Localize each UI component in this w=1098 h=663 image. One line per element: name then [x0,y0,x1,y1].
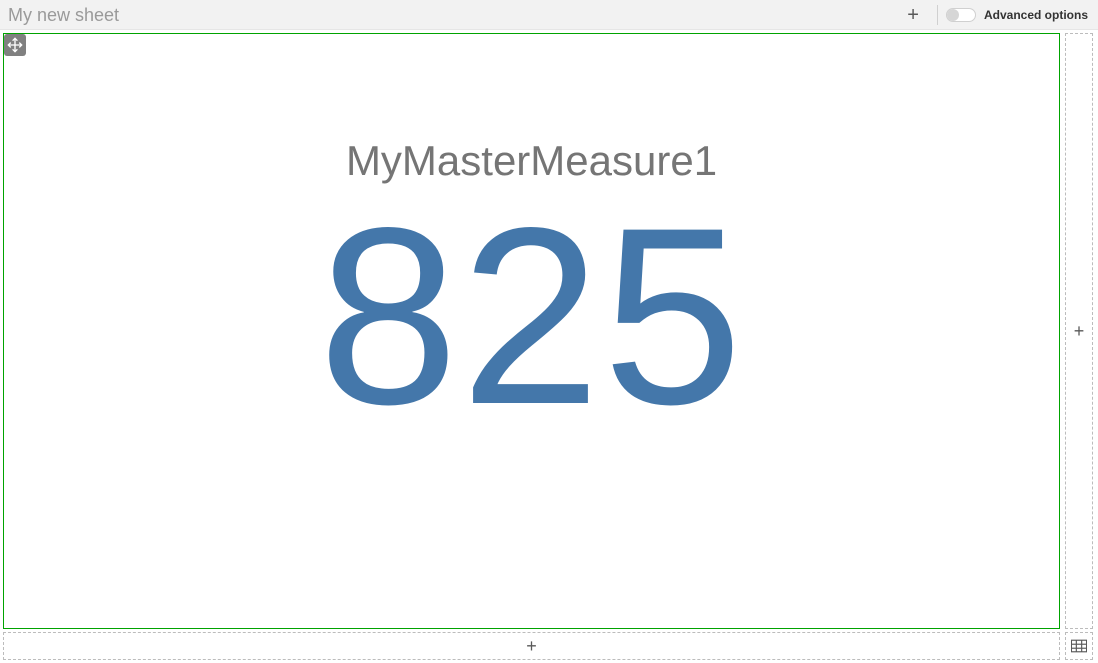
grid-layout-button[interactable] [1065,632,1093,660]
advanced-options-toggle[interactable] [946,8,976,22]
kpi-value: 825 [318,185,744,450]
kpi-visualization[interactable]: MyMasterMeasure1 825 [3,33,1060,629]
add-row-below-button[interactable]: + [3,632,1060,660]
add-column-right-button[interactable]: + [1065,33,1093,629]
move-handle[interactable] [4,34,26,56]
advanced-options-label: Advanced options [984,8,1088,22]
topbar-divider [937,5,938,25]
toggle-knob [947,9,959,21]
add-visualization-button[interactable]: + [897,0,929,30]
move-icon [7,37,23,53]
sheet-title[interactable]: My new sheet [8,0,119,30]
sheet-topbar: My new sheet + Advanced options [0,0,1098,30]
grid-icon [1071,639,1087,653]
